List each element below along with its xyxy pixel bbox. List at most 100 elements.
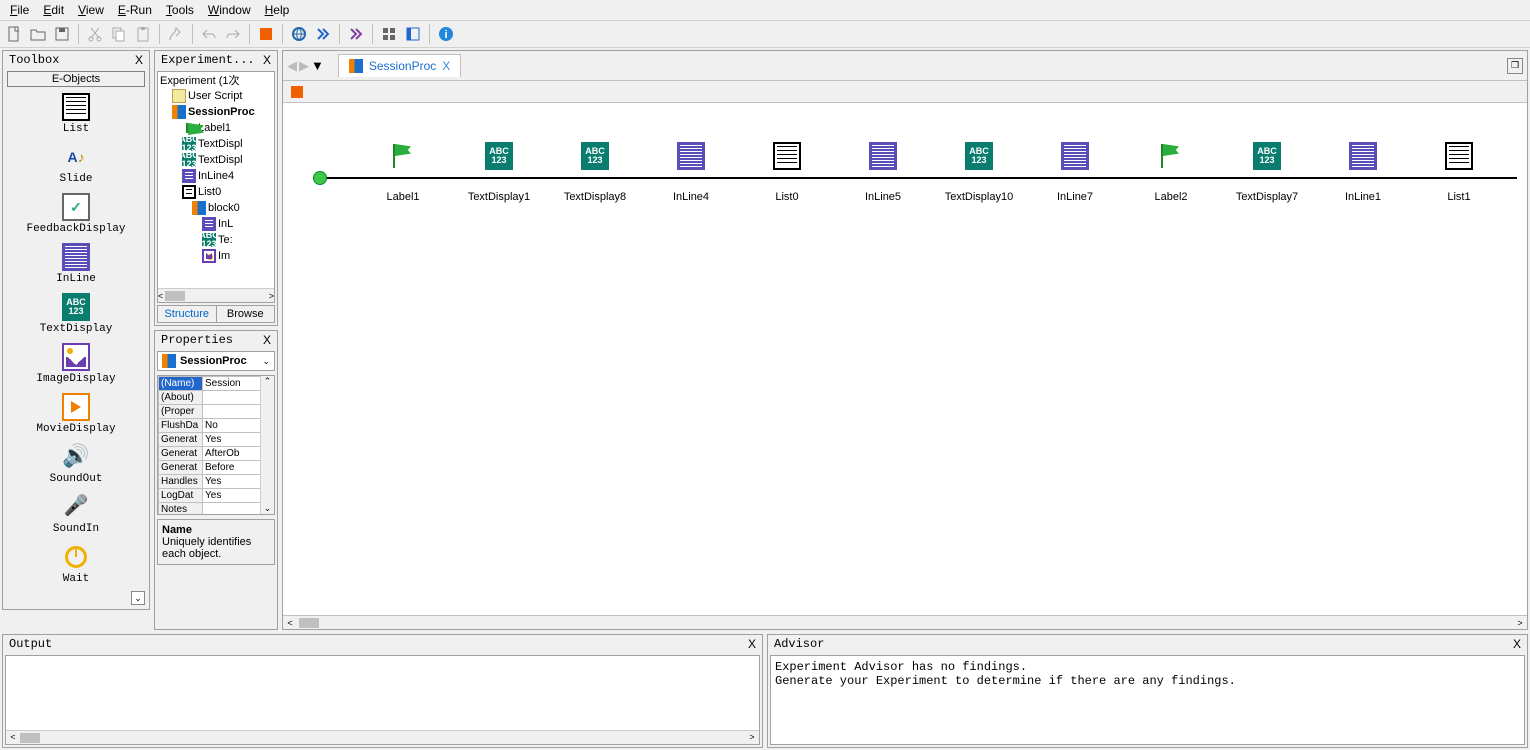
experiment-close-button[interactable]: X [263, 53, 271, 67]
fb-icon: ✓ [62, 193, 90, 221]
menu-e-run[interactable]: E-Run [112, 2, 158, 18]
properties-vscroll[interactable]: ⌃⌄ [260, 376, 274, 514]
menu-edit[interactable]: Edit [37, 2, 70, 18]
run-exp-button[interactable] [313, 24, 333, 44]
generate-button[interactable] [256, 24, 276, 44]
proc-item-label1[interactable]: Label1 [363, 141, 443, 203]
property-row[interactable]: LogDatYes [159, 489, 274, 503]
nav-down-icon[interactable]: ▼ [311, 58, 324, 73]
menu-help[interactable]: Help [259, 2, 296, 18]
toolbox-item-soundout[interactable]: 🔊SoundOut [5, 443, 147, 485]
property-row[interactable]: (About) [159, 391, 274, 405]
tree-node[interactable]: List0 [158, 184, 274, 200]
toolbox-item-inline[interactable]: InLine [5, 243, 147, 285]
cut-button[interactable] [85, 24, 105, 44]
paste-button[interactable] [133, 24, 153, 44]
proc-item-inline7[interactable]: InLine7 [1035, 141, 1115, 203]
proc-item-textdisplay10[interactable]: ABC123TextDisplay10 [939, 141, 1019, 203]
menubar: FileEditViewE-RunToolsWindowHelp [0, 0, 1530, 20]
info-button[interactable]: i [436, 24, 456, 44]
tree-node[interactable]: InL [158, 216, 274, 232]
menu-tools[interactable]: Tools [160, 2, 200, 18]
tree-node[interactable]: block0 [158, 200, 274, 216]
new-file-button[interactable] [4, 24, 24, 44]
toolbox-item-feedbackdisplay[interactable]: ✓FeedbackDisplay [5, 193, 147, 235]
properties-close-button[interactable]: X [263, 333, 271, 347]
proc-item-list1[interactable]: List1 [1419, 141, 1499, 203]
run-button[interactable] [166, 24, 186, 44]
output-panel: Output X <> [2, 634, 763, 748]
proc-item-label2[interactable]: Label2 [1131, 141, 1211, 203]
proc-item-list0[interactable]: List0 [747, 141, 827, 203]
tree-root[interactable]: Experiment (1次 [158, 72, 274, 88]
debug-button[interactable] [346, 24, 366, 44]
proc-item-inline1[interactable]: InLine1 [1323, 141, 1403, 203]
property-row[interactable]: (Name)Session [159, 377, 274, 391]
layout-button[interactable] [403, 24, 423, 44]
nav-back-icon[interactable]: ◀ [287, 58, 297, 74]
toolbox-item-textdisplay[interactable]: ABC123TextDisplay [5, 293, 147, 335]
proc-item-textdisplay8[interactable]: ABC123TextDisplay8 [555, 141, 635, 203]
list-icon [62, 93, 90, 121]
save-button[interactable] [52, 24, 72, 44]
undo-button[interactable] [199, 24, 219, 44]
toolbox-category-header[interactable]: E-Objects [7, 71, 145, 87]
proc-item-inline5[interactable]: InLine5 [843, 141, 923, 203]
proc-item-textdisplay7[interactable]: ABC123TextDisplay7 [1227, 141, 1307, 203]
property-row[interactable]: GeneratYes [159, 433, 274, 447]
tab-browse[interactable]: Browse [217, 306, 275, 322]
procedure-canvas[interactable]: Label1 ABC123TextDisplay1 ABC123TextDispla… [283, 103, 1527, 615]
tree-node[interactable]: SessionProc [158, 104, 274, 120]
output-body[interactable]: <> [5, 655, 760, 745]
advisor-line1: Experiment Advisor has no findings. [775, 660, 1520, 674]
toolbox-item-list[interactable]: List [5, 93, 147, 135]
proc-item-textdisplay1[interactable]: ABC123TextDisplay1 [459, 141, 539, 203]
canvas-hscroll[interactable]: <> [283, 615, 1527, 629]
properties-object-selector[interactable]: SessionProc ⌄ [157, 351, 275, 371]
tree-node[interactable]: ABC123TextDispl [158, 136, 274, 152]
toolbox-item-slide[interactable]: A♪Slide [5, 143, 147, 185]
canvas-tool-button[interactable] [287, 82, 307, 102]
tab-structure[interactable]: Structure [158, 306, 217, 322]
tree-node[interactable]: User Script [158, 88, 274, 104]
output-hscroll[interactable]: <> [6, 730, 759, 744]
toolbox-item-moviedisplay[interactable]: MovieDisplay [5, 393, 147, 435]
tree-node[interactable]: ABC123TextDispl [158, 152, 274, 168]
property-row[interactable]: (Proper [159, 405, 274, 419]
property-row[interactable]: GeneratAfterOb [159, 447, 274, 461]
property-row[interactable]: Notes [159, 503, 274, 516]
experiment-title: Experiment... [161, 53, 255, 67]
copy-button[interactable] [109, 24, 129, 44]
proc-item-inline4[interactable]: InLine4 [651, 141, 731, 203]
toolbox-close-button[interactable]: X [135, 53, 143, 67]
nav-fwd-icon[interactable]: ▶ [299, 58, 309, 74]
toolbox-item-imagedisplay[interactable]: ImageDisplay [5, 343, 147, 385]
toolbox-item-soundin[interactable]: 🎤SoundIn [5, 493, 147, 535]
tree-node[interactable]: InLine4 [158, 168, 274, 184]
open-file-button[interactable] [28, 24, 48, 44]
menu-view[interactable]: View [72, 2, 110, 18]
grid-button[interactable] [379, 24, 399, 44]
list-icon [772, 141, 802, 171]
canvas-tab-close[interactable]: X [442, 59, 450, 73]
toolbox-item-wait[interactable]: Wait [5, 543, 147, 585]
menu-file[interactable]: File [4, 2, 35, 18]
slide-icon: A♪ [62, 143, 90, 171]
property-row[interactable]: GeneratBefore [159, 461, 274, 475]
redo-button[interactable] [223, 24, 243, 44]
output-close-button[interactable]: X [748, 637, 756, 651]
tree-node[interactable]: ABC123Te: [158, 232, 274, 248]
advisor-close-button[interactable]: X [1513, 637, 1521, 651]
tree-node[interactable]: Label1 [158, 120, 274, 136]
properties-grid[interactable]: (Name)Session(About)(ProperFlushDaNoGene… [157, 375, 275, 515]
tree-hscroll[interactable]: <> [158, 288, 274, 302]
object-button[interactable] [289, 24, 309, 44]
property-row[interactable]: HandlesYes [159, 475, 274, 489]
property-row[interactable]: FlushDaNo [159, 419, 274, 433]
canvas-tab-sessionproc[interactable]: SessionProc X [338, 54, 461, 77]
restore-window-button[interactable]: ❐ [1507, 58, 1523, 74]
tree-node[interactable]: Im [158, 248, 274, 264]
toolbox-scroll-down[interactable]: ⌄ [131, 591, 145, 605]
menu-window[interactable]: Window [202, 2, 257, 18]
experiment-tree[interactable]: Experiment (1次User ScriptSessionProcLabe… [157, 71, 275, 303]
